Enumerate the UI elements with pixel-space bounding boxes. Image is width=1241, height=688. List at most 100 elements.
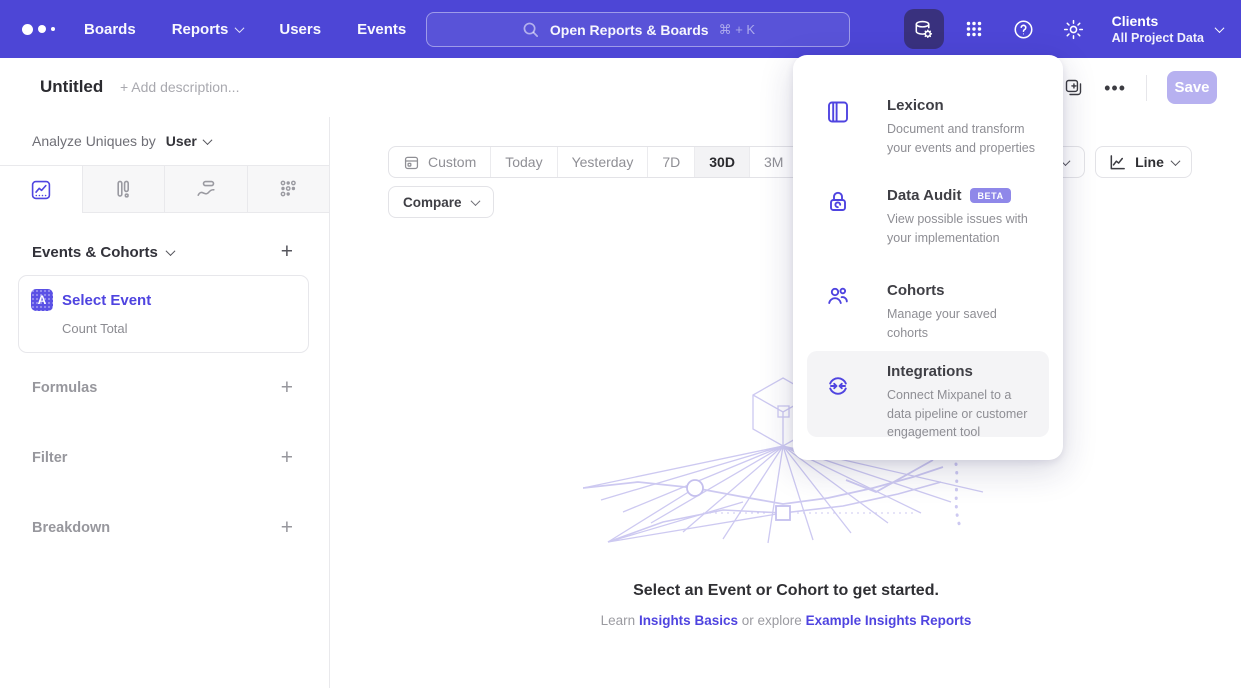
add-formula-button[interactable]: + [281,379,293,397]
chart-type-tabs [0,165,329,213]
search-placeholder: Open Reports & Boards [550,22,709,38]
filter-label: Filter [32,450,67,466]
breakdown-label: Breakdown [32,520,110,536]
compare-label: Compare [403,195,462,210]
analyze-value: User [166,133,197,149]
apps-grid-icon [963,18,985,40]
explore-prefix: or explore [742,613,802,628]
date-range-label: 30D [709,154,735,170]
help-button[interactable] [1004,9,1044,49]
nav-label: Events [357,21,406,38]
formulas-section: Formulas + [0,379,329,397]
menu-item-title: Cohorts [887,282,945,299]
date-range-custom[interactable]: Custom [389,147,490,177]
nav-item-users[interactable]: Users [279,21,321,38]
add-filter-button[interactable]: + [281,449,293,467]
date-range-7d[interactable]: 7D [647,147,694,177]
insights-report-page: Boards Reports Users Events Open Reports… [0,0,1241,688]
divider [1146,75,1147,101]
menu-item-cohorts[interactable]: Cohorts Manage your saved cohorts [807,270,1049,354]
navbar-right: Clients All Project Data [904,0,1223,58]
mixpanel-logo-icon[interactable] [22,24,70,35]
data-management-menu: Lexicon Document and transform your even… [793,55,1063,460]
project-scope: All Project Data [1112,31,1204,45]
integrations-sync-icon [825,373,851,404]
search-icon [521,20,540,39]
nav-item-reports[interactable]: Reports [172,21,244,38]
date-range-30d-selected[interactable]: 30D [694,147,749,177]
nav-label: Reports [172,21,229,38]
empty-state-links: Learn Insights Basics or explore Example… [331,613,1241,628]
date-range-label: Today [505,154,542,170]
select-event-button[interactable]: Select Event [62,292,151,309]
chevron-down-icon [165,246,175,256]
main-nav: Boards Reports Users Events [84,21,406,38]
line-chart-icon [30,179,52,201]
settings-button[interactable] [1054,9,1094,49]
date-range-yesterday[interactable]: Yesterday [557,147,648,177]
report-title[interactable]: Untitled [40,77,103,97]
add-breakdown-button[interactable]: + [281,519,293,537]
project-switcher[interactable]: Clients All Project Data [1112,13,1223,45]
event-series-badge: A [31,289,53,311]
insights-basics-link[interactable]: Insights Basics [639,613,738,628]
events-cohorts-dropdown[interactable]: Events & Cohorts [32,244,174,261]
duplicate-button[interactable] [1063,77,1084,98]
analyze-entity-dropdown[interactable]: User [166,133,211,149]
menu-item-title: Data Audit [887,187,961,204]
apps-grid-button[interactable] [954,9,994,49]
event-aggregation[interactable]: Count Total [62,321,294,336]
report-description-input[interactable]: + Add description... [120,79,239,95]
menu-item-integrations[interactable]: Integrations Connect Mixpanel to a data … [807,351,1049,437]
date-range-label: Custom [428,154,476,170]
add-event-button[interactable]: + [281,243,293,261]
nav-item-events[interactable]: Events [357,21,406,38]
chart-type-dropdown[interactable]: Line [1095,146,1192,178]
lexicon-book-icon [825,99,851,130]
event-card[interactable]: A Select Event Count Total [18,275,309,353]
events-cohorts-header: Events & Cohorts + [0,243,329,261]
project-name: Clients [1112,13,1204,31]
report-header-actions: ••• Save [1063,71,1217,104]
breakdown-section: Breakdown + [0,519,329,537]
data-management-button[interactable] [904,9,944,49]
chevron-down-icon [202,135,212,145]
tab-metrics[interactable] [248,166,330,213]
chevron-down-icon [470,196,480,206]
menu-item-description: View possible issues with your implement… [887,210,1039,247]
date-range-today[interactable]: Today [490,147,556,177]
chevron-down-icon [1215,23,1225,33]
analyze-row: Analyze Uniques by User [0,117,329,165]
menu-item-data-audit[interactable]: Data Audit BETA View possible issues wit… [807,175,1049,259]
menu-item-description: Manage your saved cohorts [887,305,1039,342]
save-button[interactable]: Save [1167,71,1217,104]
menu-item-lexicon[interactable]: Lexicon Document and transform your even… [807,85,1049,169]
learn-prefix: Learn [601,613,636,628]
global-search-input[interactable]: Open Reports & Boards ⌘ + K [426,12,850,47]
events-cohorts-label: Events & Cohorts [32,244,158,261]
chevron-down-icon [235,23,245,33]
metrics-dots-icon [277,178,299,200]
date-range-3m[interactable]: 3M [749,147,797,177]
nav-label: Users [279,21,321,38]
compare-dropdown[interactable]: Compare [388,186,494,218]
empty-state-title: Select an Event or Cohort to get started… [331,582,1241,600]
more-options-button[interactable]: ••• [1104,83,1126,93]
database-gear-icon [912,18,935,41]
help-icon [1012,18,1035,41]
tab-stacked-chart[interactable] [165,166,248,213]
data-audit-icon [825,189,851,220]
filter-section: Filter + [0,449,329,467]
stacked-flow-icon [195,178,217,200]
tab-line-chart[interactable] [0,166,83,213]
tab-bar-chart[interactable] [83,166,166,213]
date-range-control: Custom Today Yesterday 7D 30D 3M 6M [388,146,847,178]
top-navbar: Boards Reports Users Events Open Reports… [0,0,1241,58]
calendar-icon [403,154,420,171]
menu-item-description: Connect Mixpanel to a data pipeline or c… [887,386,1039,442]
search-shortcut: ⌘ + K [719,22,756,38]
wireframe-circle-node [687,480,703,496]
example-reports-link[interactable]: Example Insights Reports [806,613,972,628]
nav-item-boards[interactable]: Boards [84,21,136,38]
date-range-label: Yesterday [572,154,634,170]
